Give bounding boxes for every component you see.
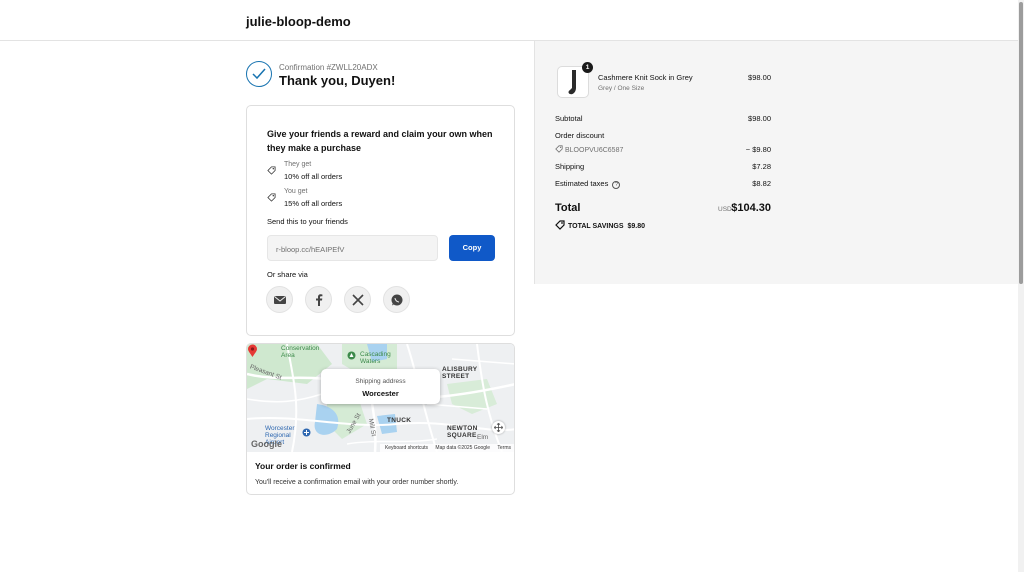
- subtotal-value: $98.00: [748, 114, 771, 123]
- fullscreen-icon: [494, 423, 503, 432]
- email-icon: [274, 296, 286, 304]
- share-email-button[interactable]: [266, 286, 293, 313]
- subtotal-label: Subtotal: [555, 114, 583, 123]
- keyboard-shortcuts-link[interactable]: Keyboard shortcuts: [385, 445, 428, 451]
- airport-icon: [302, 428, 311, 437]
- share-whatsapp-button[interactable]: [383, 286, 410, 313]
- order-confirmed-title: Your order is confirmed: [255, 461, 351, 471]
- perk-label: They get: [284, 161, 312, 168]
- tag-icon: [267, 166, 276, 175]
- facebook-icon: [316, 294, 323, 306]
- savings-label: TOTAL SAVINGS: [568, 223, 624, 230]
- check-circle-icon: [246, 61, 272, 87]
- map-attribution: Keyboard shortcuts Map data ©2025 Google…: [379, 444, 514, 452]
- fullscreen-button[interactable]: [492, 421, 505, 434]
- page-scrollbar[interactable]: [1018, 0, 1024, 572]
- perk-value: 15% off all orders: [284, 199, 343, 208]
- tag-icon: [267, 193, 276, 202]
- referral-card: Give your friends a reward and claim you…: [246, 105, 515, 336]
- map-label-salisbury: ALISBURY STREET: [442, 366, 478, 380]
- product-variant: Grey / One Size: [598, 85, 645, 92]
- location-pin-icon[interactable]: [247, 344, 258, 358]
- discount-value: − $9.80: [745, 145, 771, 154]
- total-savings: TOTAL SAVINGS $9.80: [555, 220, 645, 230]
- whatsapp-icon: [391, 294, 403, 306]
- scrollbar-thumb[interactable]: [1019, 2, 1023, 284]
- product-name: Cashmere Knit Sock in Grey: [598, 73, 693, 82]
- shipping-value: $7.28: [752, 162, 771, 171]
- perk-label: You get: [284, 188, 308, 195]
- total-value: $104.30: [731, 202, 771, 214]
- map-label-conservation: Conservation Area: [281, 345, 320, 359]
- map-label-elm: Elm: [477, 434, 489, 441]
- sock-icon: [568, 70, 576, 95]
- order-confirmed-text: You'll receive a confirmation email with…: [255, 479, 459, 486]
- popup-label: Shipping address: [355, 378, 406, 385]
- thank-you-heading: Thank you, Duyen!: [279, 73, 396, 88]
- shipping-map-card: Conservation Area Cascading Waters ALISBUR…: [246, 343, 515, 495]
- map-data-text: Map data ©2025 Google: [435, 445, 490, 451]
- map-label-cascading: Cascading Waters: [360, 351, 391, 365]
- referral-link-field[interactable]: r-bloop.cc/hEAIPEfV: [267, 235, 438, 261]
- taxes-value: $8.82: [752, 179, 771, 188]
- map-info-popup: Shipping address Worcester: [321, 369, 440, 404]
- order-discount-label: Order discount: [555, 131, 605, 140]
- estimated-taxes-row: Estimated taxes?: [555, 179, 621, 189]
- share-label: Or share via: [267, 270, 308, 279]
- park-icon: [347, 351, 356, 360]
- product-price: $98.00: [748, 73, 771, 82]
- total-currency: USD: [718, 206, 732, 213]
- savings-value: $9.80: [627, 223, 646, 230]
- share-facebook-button[interactable]: [305, 286, 332, 313]
- estimated-taxes-label: Estimated taxes: [555, 179, 609, 188]
- info-icon[interactable]: ?: [612, 181, 621, 189]
- store-name[interactable]: julie-bloop-demo: [246, 14, 351, 29]
- discount-code-text: BLOOPVU6C6587: [565, 147, 624, 154]
- map-label-tnuck: TNUCK: [387, 417, 412, 424]
- map-view[interactable]: Conservation Area Cascading Waters ALISBUR…: [247, 344, 514, 452]
- x-icon: [352, 294, 364, 306]
- discount-code: BLOOPVU6C6587: [555, 145, 623, 154]
- terms-link[interactable]: Terms: [497, 445, 511, 451]
- top-header: julie-bloop-demo: [0, 0, 1018, 41]
- quantity-badge: 1: [582, 62, 593, 73]
- map-label-newton: NEWTON SQUARE: [447, 425, 478, 439]
- google-logo: Google: [251, 439, 282, 449]
- popup-value: Worcester: [362, 389, 399, 398]
- share-x-button[interactable]: [344, 286, 371, 313]
- confirmation-number: Confirmation #ZWLL20ADX: [279, 63, 378, 72]
- referral-title: Give your friends a reward and claim you…: [267, 129, 493, 153]
- shipping-label: Shipping: [555, 162, 585, 171]
- copy-button[interactable]: Copy: [449, 235, 495, 261]
- perk-value: 10% off all orders: [284, 172, 343, 181]
- savings-tag-icon: [555, 220, 565, 230]
- send-label: Send this to your friends: [267, 217, 348, 226]
- tag-icon: [555, 145, 563, 153]
- total-label: Total: [555, 202, 581, 214]
